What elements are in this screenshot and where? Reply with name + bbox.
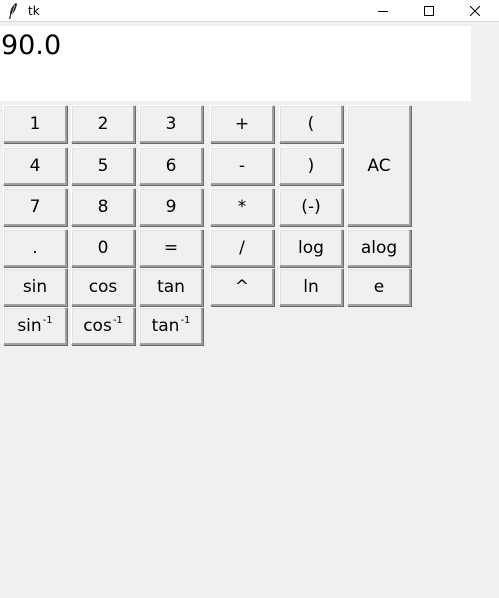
minimize-button[interactable] bbox=[360, 0, 406, 22]
digit-1-button[interactable]: 1 bbox=[3, 105, 67, 143]
tan-button[interactable]: tan bbox=[139, 268, 203, 306]
e-constant-button[interactable]: e bbox=[347, 268, 411, 306]
arccos-label: cos bbox=[83, 316, 112, 336]
display-value: 90.0 bbox=[1, 30, 62, 61]
result-display: 90.0 bbox=[0, 26, 471, 101]
plus-button[interactable]: + bbox=[210, 105, 274, 143]
negate-button[interactable]: (-) bbox=[279, 188, 343, 226]
arcsin-button[interactable]: sin -1 bbox=[3, 307, 67, 345]
open-paren-button[interactable]: ( bbox=[279, 105, 343, 143]
feather-icon bbox=[9, 3, 17, 19]
digit-9-button[interactable]: 9 bbox=[139, 188, 203, 226]
arccos-button[interactable]: cos -1 bbox=[71, 307, 135, 345]
title-bar: tk bbox=[0, 0, 499, 22]
minus-button[interactable]: - bbox=[210, 147, 274, 185]
calculator-window: tk 90.0 1 2 3 + ( 4 5 6 - ) 7 8 9 * (-) … bbox=[0, 0, 499, 598]
close-button[interactable] bbox=[452, 0, 498, 22]
digit-8-button[interactable]: 8 bbox=[71, 188, 135, 226]
inverse-superscript: -1 bbox=[42, 314, 53, 326]
inverse-superscript: -1 bbox=[180, 314, 191, 326]
log-button[interactable]: log bbox=[279, 229, 343, 267]
maximize-icon bbox=[424, 6, 434, 16]
minimize-icon bbox=[378, 11, 388, 12]
digit-4-button[interactable]: 4 bbox=[3, 147, 67, 185]
window-title: tk bbox=[28, 4, 40, 18]
close-icon bbox=[470, 6, 480, 16]
digit-7-button[interactable]: 7 bbox=[3, 188, 67, 226]
arctan-label: tan bbox=[151, 316, 180, 336]
inverse-superscript: -1 bbox=[112, 314, 123, 326]
close-paren-button[interactable]: ) bbox=[279, 147, 343, 185]
decimal-point-button[interactable]: . bbox=[3, 229, 67, 267]
ln-button[interactable]: ln bbox=[279, 268, 343, 306]
maximize-button[interactable] bbox=[406, 0, 452, 22]
equals-button[interactable]: = bbox=[139, 229, 203, 267]
cos-button[interactable]: cos bbox=[71, 268, 135, 306]
sin-button[interactable]: sin bbox=[3, 268, 67, 306]
power-button[interactable]: ^ bbox=[210, 268, 274, 306]
all-clear-button[interactable]: AC bbox=[347, 105, 411, 226]
digit-0-button[interactable]: 0 bbox=[71, 229, 135, 267]
digit-3-button[interactable]: 3 bbox=[139, 105, 203, 143]
digit-6-button[interactable]: 6 bbox=[139, 147, 203, 185]
multiply-button[interactable]: * bbox=[210, 188, 274, 226]
divide-button[interactable]: / bbox=[210, 229, 274, 267]
digit-5-button[interactable]: 5 bbox=[71, 147, 135, 185]
arctan-button[interactable]: tan -1 bbox=[139, 307, 203, 345]
antilog-button[interactable]: alog bbox=[347, 229, 411, 267]
digit-2-button[interactable]: 2 bbox=[71, 105, 135, 143]
arcsin-label: sin bbox=[17, 316, 42, 336]
